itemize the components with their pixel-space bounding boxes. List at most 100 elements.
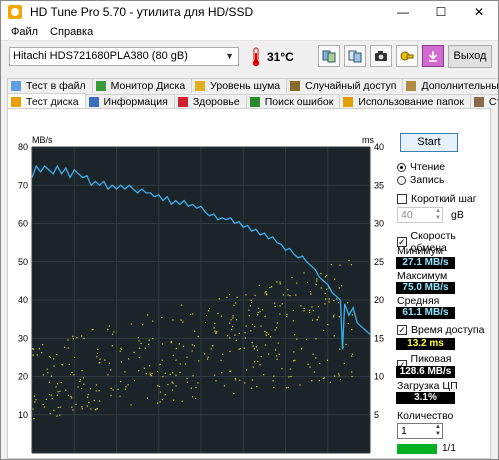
write-option[interactable]: Запись (397, 174, 444, 186)
access-time-point (107, 328, 109, 331)
menu-help[interactable]: Справка (44, 26, 99, 38)
access-time-point (180, 319, 182, 321)
access-time-point (275, 349, 277, 351)
tab-health[interactable]: Здоровье (173, 94, 247, 109)
access-time-point (162, 376, 164, 378)
access-time-point (159, 401, 161, 403)
menu-file[interactable]: Файл (5, 26, 44, 38)
access-time-option[interactable]: ✓ Время доступа (397, 324, 484, 336)
access-time-point (124, 388, 127, 390)
close-button[interactable]: ✕ (460, 1, 498, 23)
save-button[interactable] (422, 45, 444, 67)
passes-field[interactable]: 1 ▲ ▼ (397, 423, 443, 439)
access-time-point (325, 274, 328, 277)
tab-random-access[interactable]: Случайный доступ (286, 78, 404, 93)
tab-file-test[interactable]: Тест в файл (7, 78, 93, 93)
tab-folder-usage[interactable]: Использование папок (339, 94, 471, 109)
start-button[interactable]: Start (400, 133, 458, 152)
access-time-point (255, 346, 257, 348)
access-time-point (46, 368, 48, 370)
exit-button[interactable]: Выход (448, 45, 492, 68)
access-time-point (292, 309, 294, 312)
access-time-point (63, 346, 66, 348)
access-time-point (279, 283, 281, 285)
tab-disk-monitor[interactable]: Монитор Диска (91, 78, 193, 93)
access-time-point (333, 335, 335, 337)
tab-noise-level[interactable]: Уровень шума (191, 78, 288, 93)
access-time-point (303, 307, 305, 310)
left-tick-label: 80 (18, 142, 28, 152)
access-time-checkbox[interactable]: ✓ (397, 325, 407, 335)
camera-icon (375, 51, 387, 61)
copy-text-button[interactable] (344, 45, 366, 67)
minimize-button[interactable]: — (384, 1, 422, 23)
tab-icon (290, 81, 301, 91)
avg-value: 61.1 MB/s (396, 307, 455, 319)
access-time-point (133, 380, 136, 382)
access-time-point (257, 311, 259, 314)
access-time-point (41, 352, 43, 354)
access-time-point (144, 347, 147, 349)
access-time-point (338, 287, 340, 289)
access-time-point (251, 379, 253, 381)
access-time-point (346, 302, 349, 304)
window-title: HD Tune Pro 5.70 - утилита для HD/SSD (30, 5, 254, 19)
access-time-point (108, 362, 111, 364)
access-time-point (288, 376, 290, 378)
access-time-point (56, 394, 58, 396)
access-time-point (232, 317, 234, 319)
spinner-icon[interactable]: ▲ ▼ (435, 208, 441, 222)
access-time-point (279, 281, 281, 283)
short-step-checkbox[interactable] (397, 194, 407, 204)
screenshot-button[interactable] (370, 45, 392, 67)
access-time-point (254, 325, 256, 328)
tab-label: Стирание (488, 96, 498, 108)
access-time-point (55, 386, 57, 388)
access-time-point (347, 322, 349, 325)
access-time-point (296, 282, 298, 284)
access-time-point (350, 264, 352, 266)
tab-extra-tests[interactable]: Дополнительные тесты (402, 78, 498, 93)
short-step-option[interactable]: Короткий шаг (397, 193, 477, 205)
right-tick-label: 5 (374, 410, 379, 420)
menu-bar: Файл Справка (1, 23, 498, 41)
access-time-point (313, 371, 315, 373)
access-time-point (227, 334, 229, 337)
tab-erase[interactable]: Стирание (469, 94, 498, 109)
read-radio[interactable] (397, 162, 406, 172)
access-time-point (226, 296, 228, 299)
access-time-point (72, 335, 74, 337)
access-time-point (324, 303, 326, 305)
access-time-point (88, 401, 90, 404)
access-time-point (324, 292, 326, 294)
copy-info-button[interactable] (318, 45, 340, 67)
tab-icon (343, 97, 354, 107)
access-time-point (157, 385, 159, 387)
access-time-point (339, 348, 341, 350)
access-time-point (215, 332, 217, 335)
access-time-point (278, 353, 280, 355)
access-time-point (120, 381, 122, 383)
access-time-point (130, 404, 132, 406)
min-value: 27.1 MB/s (396, 257, 455, 269)
spinner-icon[interactable]: ▲ ▼ (435, 424, 441, 438)
tab-label: Уровень шума (210, 80, 281, 92)
tab-info[interactable]: Информация (84, 94, 175, 109)
drive-select[interactable]: Hitachi HDS721680PLA380 (80 gB) ▼ (9, 47, 239, 66)
read-option[interactable]: Чтение (397, 161, 445, 173)
tab-error-scan[interactable]: Поиск ошибок (245, 94, 341, 109)
access-time-point (139, 347, 141, 349)
access-time-point (276, 358, 278, 360)
maximize-button[interactable]: ☐ (422, 1, 460, 23)
options-button[interactable] (396, 45, 418, 67)
access-time-point (38, 348, 40, 350)
benchmark-chart: MB/s ms 80 70 60 50 40 30 20 10 40 35 30 25 20 15 10 5 (18, 135, 384, 454)
right-tick-label: 30 (374, 219, 384, 229)
access-time-point (133, 351, 135, 354)
access-time-point (251, 323, 253, 325)
short-step-field[interactable]: 40 ▲ ▼ (397, 207, 443, 223)
access-time-point (256, 349, 259, 351)
temperature-value: 31°C (267, 50, 294, 64)
access-time-point (49, 356, 52, 359)
write-radio[interactable] (397, 175, 406, 185)
